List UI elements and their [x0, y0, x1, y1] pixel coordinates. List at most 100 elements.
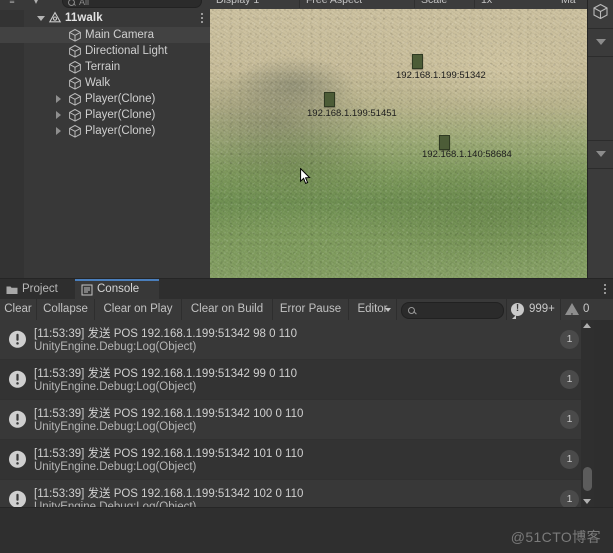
log-message: [11:53:39] 发送 POS 192.168.1.199:51342 98… — [34, 328, 297, 340]
console-log-row[interactable]: [11:53:39] 发送 POS 192.168.1.199:51342 10… — [0, 480, 601, 507]
expand-toggle[interactable] — [52, 107, 64, 123]
button-label: Error Pause — [279, 303, 342, 315]
console-clear[interactable]: Clear — [0, 299, 37, 320]
button-label: Clear on Build — [190, 303, 264, 315]
hierarchy-item-walk[interactable]: Walk — [0, 75, 210, 91]
terrain-grain — [210, 8, 587, 278]
log-count-badge: 1 — [560, 330, 579, 349]
maximize-on-play-button[interactable]: Ma — [555, 0, 587, 8]
hierarchy-create-button[interactable]: ≡ — [4, 0, 20, 8]
console-error-pause[interactable]: Error Pause — [273, 299, 349, 320]
dock-tab-bar: Project Console — [0, 279, 613, 299]
console-log-list[interactable]: [11:53:39] 发送 POS 192.168.1.199:51342 98… — [0, 320, 601, 507]
scroll-up-arrow-icon[interactable] — [583, 323, 591, 328]
aspect-dropdown[interactable]: Free Aspect — [300, 0, 415, 8]
log-count-badge: 1 — [560, 370, 579, 389]
console-log-row[interactable]: [11:53:39] 发送 POS 192.168.1.199:51342 10… — [0, 440, 601, 480]
collapse-triangle-icon — [596, 151, 606, 157]
divider — [588, 56, 613, 57]
hierarchy-item-main-camera[interactable]: Main Camera — [0, 27, 210, 43]
error-log-icon — [8, 410, 27, 429]
hierarchy-item-label: Terrain — [85, 61, 121, 73]
hierarchy-scene-row[interactable]: 11walk — [0, 10, 210, 27]
inspector-foldout-1[interactable] — [588, 29, 613, 55]
hierarchy-item-directional-light[interactable]: Directional Light — [0, 43, 210, 59]
bottom-dock: Project Console Clear Collapse Clear on Pl… — [0, 278, 613, 553]
console-editor[interactable]: Editor — [349, 299, 397, 320]
dock-kebab-menu-icon[interactable] — [604, 284, 607, 295]
console-search-input[interactable] — [401, 302, 504, 319]
mouse-arrow-cursor — [300, 167, 311, 185]
game-view[interactable]: 192.168.1.199:51342 192.168.1.199:51451 19… — [210, 0, 587, 278]
console-clear-on-play[interactable]: Clear on Play — [95, 299, 182, 320]
console-log-row[interactable]: [11:53:39] 发送 POS 192.168.1.199:51342 98… — [0, 320, 601, 360]
log-message: [11:53:39] 发送 POS 192.168.1.199:51342 99… — [34, 368, 297, 380]
hierarchy-item-label: Player(Clone) — [85, 109, 156, 121]
error-log-icon — [8, 370, 27, 389]
warning-count-toggle[interactable]: 0 — [560, 299, 601, 327]
warning-icon — [565, 303, 579, 327]
hierarchy-filter-button[interactable]: ▾ — [26, 0, 46, 8]
inspector-foldout-2[interactable] — [588, 141, 613, 167]
gameobject-cube-icon — [68, 28, 82, 42]
scene-name-label: 11walk — [65, 12, 103, 24]
error-icon — [511, 302, 524, 316]
hierarchy-item-player-clone[interactable]: Player(Clone) — [0, 91, 210, 107]
unity-scene-icon — [48, 11, 62, 25]
gameobject-cube-icon — [68, 124, 82, 138]
console-collapse[interactable]: Collapse — [37, 299, 95, 320]
hierarchy-panel[interactable]: 11walk Main Camera Directional Light Terra… — [0, 10, 210, 278]
error-log-icon — [8, 450, 27, 469]
log-stacktrace: UnityEngine.Debug:Log(Object) — [34, 421, 197, 433]
button-label: Collapse — [43, 303, 88, 315]
gameobject-cube-icon — [68, 44, 82, 58]
button-label: Editor — [357, 303, 388, 315]
chevron-right-icon — [56, 95, 61, 103]
hierarchy-item-player-clone[interactable]: Player(Clone) — [0, 123, 210, 139]
player-marker — [439, 135, 450, 150]
log-count-badge: 1 — [560, 490, 579, 507]
tab-console-label: Console — [97, 283, 140, 295]
console-log-row[interactable]: [11:53:39] 发送 POS 192.168.1.199:51342 99… — [0, 360, 601, 400]
player-ip-label: 192.168.1.199:51451 — [307, 108, 397, 119]
tab-console[interactable]: Console — [75, 279, 159, 299]
log-stacktrace: UnityEngine.Debug:Log(Object) — [34, 341, 197, 353]
kebab-menu-icon[interactable] — [201, 13, 204, 24]
game-view-toolbar[interactable]: Display 1 Free Aspect Scale 1x Ma — [210, 0, 587, 9]
console-clear-on-build[interactable]: Clear on Build — [182, 299, 273, 320]
button-label: Clear on Play — [103, 303, 173, 315]
log-message: [11:53:39] 发送 POS 192.168.1.199:51342 10… — [34, 408, 304, 420]
button-label: Clear — [4, 303, 32, 315]
chevron-down-icon — [37, 16, 45, 21]
console-toolbar: Clear Collapse Clear on Play Clear on Build… — [0, 299, 613, 327]
expand-toggle[interactable] — [52, 91, 64, 107]
hierarchy-search-input[interactable]: All — [62, 0, 202, 8]
chevron-down-icon — [385, 308, 391, 312]
error-count-toggle[interactable]: 999+ — [506, 299, 560, 320]
player-marker — [324, 92, 335, 107]
scroll-down-arrow-icon[interactable] — [583, 499, 591, 504]
gameobject-cube-icon — [68, 60, 82, 74]
scene-expand-toggle[interactable] — [34, 10, 46, 26]
console-detail-pane[interactable]: @51CTO博客 — [0, 507, 613, 553]
display-dropdown[interactable]: Display 1 — [210, 0, 300, 8]
scrollbar-thumb[interactable] — [583, 467, 592, 491]
console-log-row[interactable]: [11:53:39] 发送 POS 192.168.1.199:51342 10… — [0, 400, 601, 440]
gameobject-cube-icon — [68, 76, 82, 90]
log-count-badge: 1 — [560, 450, 579, 469]
error-count-label: 999+ — [529, 303, 555, 315]
tab-project[interactable]: Project — [0, 279, 75, 299]
scale-label: Scale — [415, 0, 475, 8]
inspector-panel[interactable] — [587, 0, 613, 278]
game-terrain-render: 192.168.1.199:51342 192.168.1.199:51451 19… — [210, 8, 587, 278]
chevron-right-icon — [56, 111, 61, 119]
scale-value[interactable]: 1x — [475, 0, 535, 8]
console-scrollbar[interactable] — [581, 320, 594, 507]
expand-toggle[interactable] — [52, 123, 64, 139]
dock-right-filler — [594, 320, 613, 507]
player-marker — [412, 54, 423, 69]
hierarchy-item-terrain[interactable]: Terrain — [0, 59, 210, 75]
log-stacktrace: UnityEngine.Debug:Log(Object) — [34, 381, 197, 393]
hierarchy-item-player-clone[interactable]: Player(Clone) — [0, 107, 210, 123]
watermark: @51CTO博客 — [510, 529, 601, 545]
